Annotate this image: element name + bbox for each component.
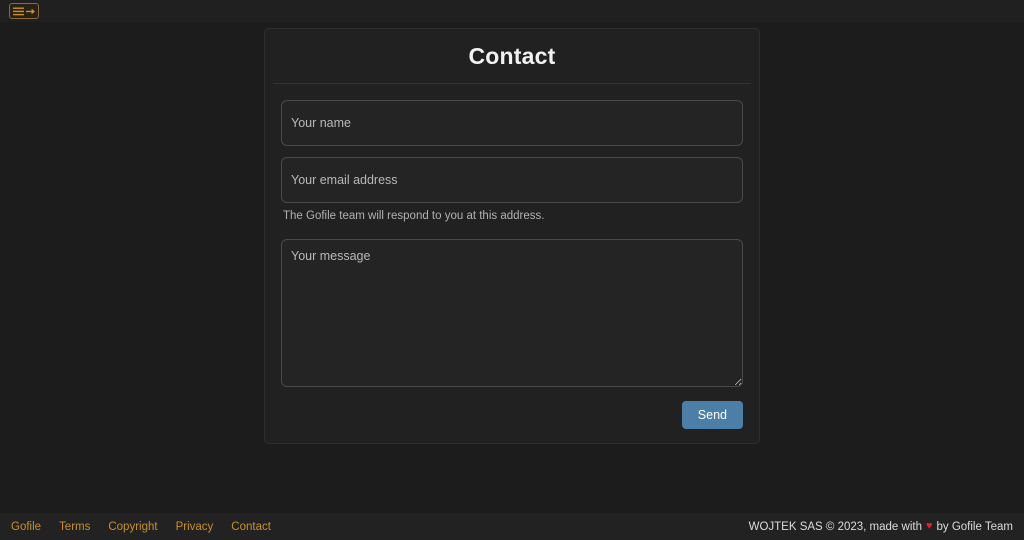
footer-link-terms[interactable]: Terms bbox=[59, 521, 90, 533]
footer-credit: WOJTEK SAS © 2023, made with ♥ by Gofile… bbox=[749, 521, 1013, 533]
footer-bar: Gofile Terms Copyright Privacy Contact W… bbox=[0, 513, 1024, 540]
footer-credit-suffix: by Gofile Team bbox=[936, 520, 1014, 533]
title-divider bbox=[273, 83, 751, 84]
footer-link-privacy[interactable]: Privacy bbox=[176, 521, 214, 533]
send-button[interactable]: Send bbox=[681, 400, 743, 430]
hamburger-icon bbox=[12, 7, 24, 16]
top-bar bbox=[0, 0, 1024, 22]
email-help-text: The Gofile team will respond to you at t… bbox=[283, 210, 545, 222]
heart-icon: ♥ bbox=[925, 520, 933, 532]
arrow-right-icon bbox=[25, 7, 36, 16]
email-field-wrapper: The Gofile team will respond to you at t… bbox=[273, 157, 751, 224]
footer-link-copyright[interactable]: Copyright bbox=[108, 521, 157, 533]
footer-links: Gofile Terms Copyright Privacy Contact bbox=[11, 521, 271, 533]
page-title: Contact bbox=[468, 43, 556, 69]
name-field-wrapper bbox=[273, 100, 751, 146]
message-textarea[interactable] bbox=[281, 238, 743, 387]
menu-toggle-button[interactable] bbox=[9, 3, 39, 19]
form-actions: Send bbox=[273, 387, 751, 430]
email-input[interactable] bbox=[281, 157, 743, 203]
footer-credit-prefix: WOJTEK SAS © 2023, made with bbox=[748, 520, 922, 533]
contact-card: Contact The Gofile team will respond to … bbox=[264, 28, 760, 445]
page-content: Contact The Gofile team will respond to … bbox=[0, 22, 1024, 513]
field-spacer bbox=[273, 146, 751, 157]
name-input[interactable] bbox=[281, 100, 743, 146]
message-field-wrapper bbox=[273, 238, 751, 387]
footer-link-contact[interactable]: Contact bbox=[231, 521, 271, 533]
footer-link-gofile[interactable]: Gofile bbox=[11, 521, 41, 533]
